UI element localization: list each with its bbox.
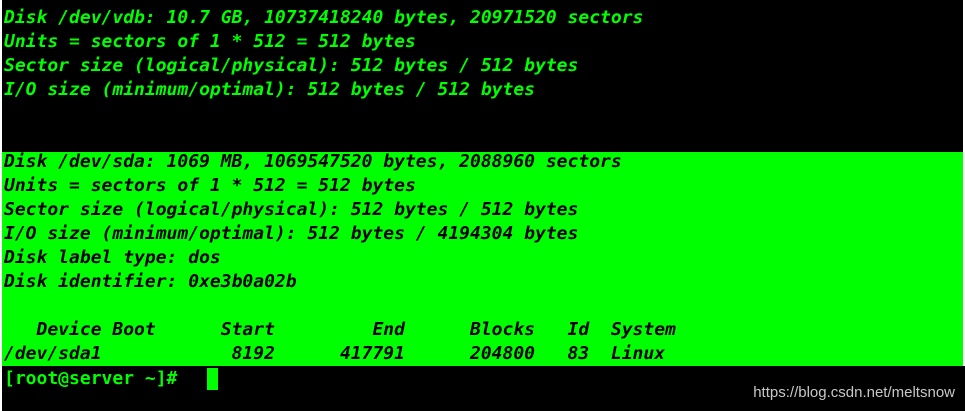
vdb-disk-line: Disk /dev/vdb: 10.7 GB, 10737418240 byte…: [4, 7, 644, 28]
terminal-cursor[interactable]: [207, 368, 218, 390]
sda-io-size-line: I/O size (minimum/optimal): 512 bytes / …: [4, 223, 579, 244]
sda-units-line: Units = sectors of 1 * 512 = 512 bytes: [4, 175, 416, 196]
shell-prompt: [root@server ~]#: [4, 368, 189, 389]
terminal-window[interactable]: Disk /dev/vdb: 10.7 GB, 10737418240 byte…: [0, 0, 965, 411]
watermark: https://blog.csdn.net/meltsnow: [753, 384, 955, 401]
sda-highlighted-output: Disk /dev/sda: 1069 MB, 1069547520 bytes…: [2, 151, 963, 366]
vdb-io-size-line: I/O size (minimum/optimal): 512 bytes / …: [4, 79, 536, 100]
sda-sector-size-line: Sector size (logical/physical): 512 byte…: [4, 199, 579, 220]
partition-table-row: /dev/sda1 8192 417791 204800 83 Linux: [4, 343, 666, 364]
sda-identifier-line: Disk identifier: 0xe3b0a02b: [4, 271, 297, 292]
partition-table-header: Device Boot Start End Blocks Id System: [4, 319, 676, 340]
vdb-units-line: Units = sectors of 1 * 512 = 512 bytes: [4, 31, 416, 52]
sda-label-type-line: Disk label type: dos: [4, 247, 221, 268]
vdb-sector-size-line: Sector size (logical/physical): 512 byte…: [4, 55, 579, 76]
sda-disk-line: Disk /dev/sda: 1069 MB, 1069547520 bytes…: [4, 151, 622, 172]
